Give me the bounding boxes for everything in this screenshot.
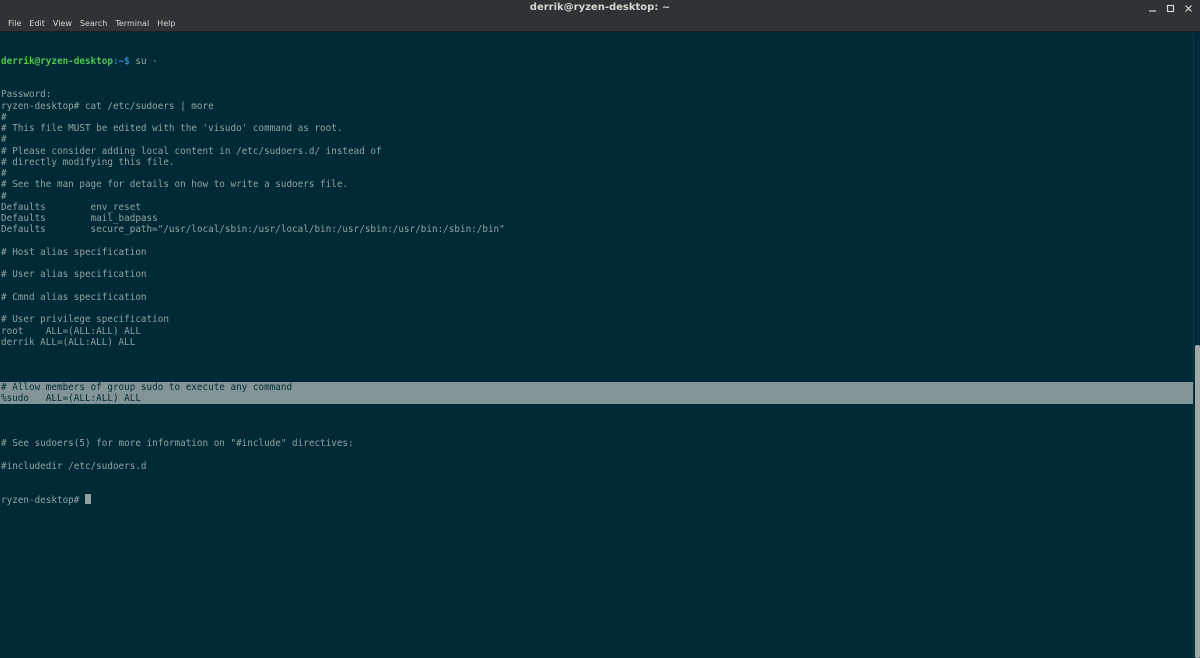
terminal-output[interactable]: derrik@ryzen-desktop:~$ su - Password: ry… [0,33,1193,658]
menu-edit[interactable]: Edit [25,16,49,31]
terminal-line: # [1,168,7,179]
menu-file[interactable]: File [4,16,25,31]
terminal-line: #includedir /etc/sudoers.d [1,460,147,472]
terminal-line: Password: [1,89,52,101]
prompt-user: derrik@ryzen-desktop [1,55,113,67]
title-bar: derrik@ryzen-desktop: ~ [0,0,1200,16]
terminal-line: Defaults env_reset [1,201,141,213]
command-text: su - [129,55,158,67]
terminal-line-selected: # Allow members of group sudo to execute… [0,381,1193,393]
terminal-line: ryzen-desktop# cat /etc/sudoers | more [1,100,214,112]
scrollbar-thumb[interactable] [1195,345,1200,658]
terminal-line: # Host alias specification [1,246,147,258]
terminal-line: # [1,111,7,123]
menu-bar: File Edit View Search Terminal Help [0,16,1200,32]
terminal-window: derrik@ryzen-desktop: ~ File Edit View S… [0,0,1200,658]
window-title: derrik@ryzen-desktop: ~ [529,2,671,13]
terminal-line: # Cmnd alias specification [1,291,147,303]
terminal-line: # User privilege specification [1,314,169,326]
terminal-line: derrik ALL=(ALL:ALL) ALL [1,336,136,348]
terminal-line: # [1,190,7,202]
scrollbar[interactable] [1193,33,1200,658]
prompt-line: derrik@ryzen-desktop:~$ su - [0,56,1193,67]
terminal-line: # This file MUST be edited with the 'vis… [1,123,343,134]
terminal-line: # User alias specification [1,269,147,281]
text-cursor [84,494,91,505]
terminal-line: Defaults mail_badpass [1,213,158,224]
terminal-line: # directly modifying this file. [1,156,175,168]
menu-search[interactable]: Search [76,16,111,31]
terminal-line: # [1,134,7,146]
terminal-line: # See the man page for details on how to… [1,179,349,191]
minimize-icon[interactable] [1146,2,1158,14]
terminal-line: Defaults secure_path="/usr/local/sbin:/u… [1,224,505,236]
prompt-path: :~$ [112,55,130,67]
final-prompt-line: ryzen-desktop# [0,494,1193,507]
terminal-line: # Please consider adding local content i… [1,145,382,157]
final-prompt: ryzen-desktop# [1,495,85,507]
menu-help[interactable]: Help [153,16,179,31]
maximize-icon[interactable] [1164,2,1176,14]
terminal-line: # See sudoers(5) for more information on… [1,438,354,449]
menu-terminal[interactable]: Terminal [111,16,153,31]
menu-view[interactable]: View [49,16,76,31]
terminal-line-selected: %sudo ALL=(ALL:ALL) ALL [0,393,1193,405]
window-controls [1146,0,1194,16]
terminal-line: root ALL=(ALL:ALL) ALL [1,325,141,337]
close-icon[interactable] [1182,2,1194,14]
